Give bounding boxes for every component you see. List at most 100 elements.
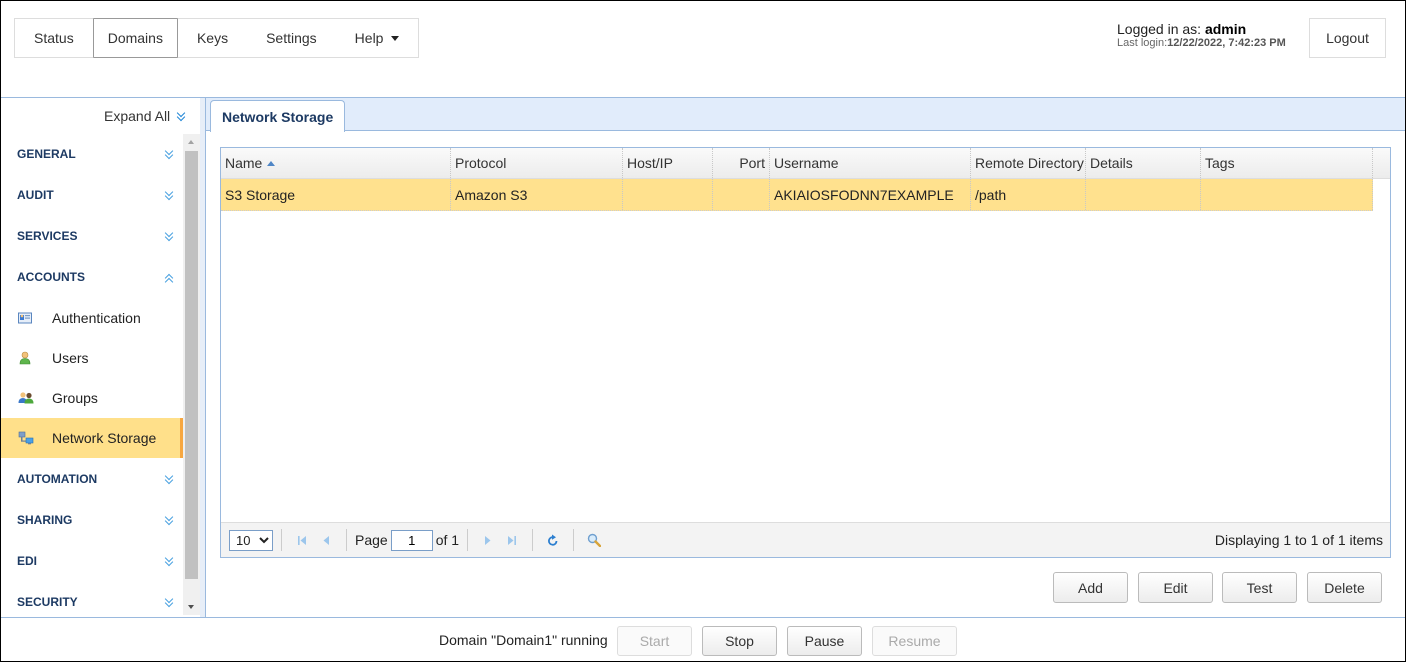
nav-help[interactable]: Help [336, 18, 419, 58]
tab-network-storage[interactable]: Network Storage [210, 100, 346, 132]
test-button[interactable]: Test [1222, 572, 1297, 603]
refresh-button[interactable] [544, 531, 562, 549]
scrollbar-thumb[interactable] [185, 151, 198, 579]
column-header-label: Name [225, 155, 263, 171]
test-label: Test [1246, 579, 1273, 596]
page-size-select[interactable]: 10 [229, 529, 273, 551]
domain-status-text: Domain "Domain1" running [439, 632, 608, 648]
double-chevron-down-icon [164, 231, 175, 242]
nav-keys[interactable]: Keys [178, 18, 247, 58]
sidebar-section-security[interactable]: SECURITY [17, 592, 177, 612]
logout-button[interactable]: Logout [1309, 18, 1386, 58]
refresh-icon [548, 534, 558, 546]
cell-remote-directory: /path [971, 179, 1086, 210]
column-header-tags[interactable]: Tags [1201, 148, 1373, 178]
sidebar-section-general[interactable]: GENERAL [17, 144, 177, 164]
separator [573, 529, 575, 551]
column-header-name[interactable]: Name [221, 148, 451, 178]
sidebar-item-users[interactable]: Users [1, 338, 183, 378]
cell-host [623, 179, 713, 210]
sidebar-item-network-storage[interactable]: Network Storage [1, 418, 183, 458]
next-page-icon [485, 535, 491, 545]
login-info: Logged in as: admin Last login:12/22/202… [1117, 22, 1286, 49]
nav-settings[interactable]: Settings [247, 18, 336, 58]
double-chevron-down-icon [164, 474, 175, 485]
section-label: GENERAL [17, 147, 76, 161]
delete-label: Delete [1324, 579, 1365, 596]
sidebar-section-edi[interactable]: EDI [17, 551, 177, 571]
delete-button[interactable]: Delete [1307, 572, 1382, 603]
first-page-button[interactable] [293, 531, 311, 549]
separator [532, 529, 534, 551]
next-page-button[interactable] [479, 531, 497, 549]
resume-button[interactable]: Resume [872, 626, 957, 656]
nav-status[interactable]: Status [15, 18, 93, 58]
column-header-details[interactable]: Details [1086, 148, 1201, 178]
section-label: AUTOMATION [17, 472, 98, 486]
start-label: Start [639, 633, 670, 649]
start-button[interactable]: Start [617, 626, 692, 656]
table-row[interactable]: S3 Storage Amazon S3 AKIAIOSFODNN7EXAMPL… [221, 179, 1373, 211]
prev-page-icon [323, 535, 329, 545]
column-header-label: Protocol [455, 155, 507, 171]
column-header-protocol[interactable]: Protocol [451, 148, 623, 178]
prev-page-button[interactable] [317, 531, 335, 549]
sidebar-item-label: Groups [52, 390, 98, 406]
sidebar-section-automation[interactable]: AUTOMATION [17, 469, 177, 489]
column-header-label: Remote Directory [975, 155, 1084, 171]
authentication-icon [18, 311, 32, 325]
column-header-label: Tags [1205, 155, 1235, 171]
edit-button[interactable]: Edit [1138, 572, 1213, 603]
cell-name: S3 Storage [221, 179, 451, 210]
separator [346, 529, 347, 551]
last-page-button[interactable] [503, 531, 521, 549]
displaying-count: Displaying 1 to 1 of 1 items [1214, 532, 1383, 548]
nav-help-label: Help [354, 30, 384, 46]
last-page-icon [508, 535, 517, 545]
network-storage-icon [18, 431, 34, 445]
column-header-host[interactable]: Host/IP [623, 148, 713, 178]
sidebar-item-label: Network Storage [52, 430, 157, 446]
add-button[interactable]: Add [1053, 572, 1128, 603]
column-header-label: Username [774, 155, 839, 171]
edit-label: Edit [1163, 579, 1188, 596]
section-label: SECURITY [17, 595, 78, 609]
sidebar-scrollbar[interactable] [183, 134, 200, 615]
scroll-up-arrow-icon[interactable] [188, 140, 194, 144]
cell-protocol: Amazon S3 [451, 179, 623, 210]
separator [281, 529, 282, 551]
double-chevron-up-icon [164, 272, 175, 283]
column-header-username[interactable]: Username [770, 148, 971, 178]
expand-all-button[interactable]: Expand All [104, 108, 187, 124]
stop-button[interactable]: Stop [702, 626, 777, 656]
tab-bar [206, 98, 1406, 131]
caret-down-icon [391, 35, 400, 41]
cell-details [1086, 179, 1201, 210]
search-button[interactable] [585, 531, 603, 549]
section-label: SERVICES [17, 229, 78, 243]
scroll-down-arrow-icon[interactable] [188, 605, 194, 609]
double-chevron-down-icon [164, 597, 175, 608]
network-storage-grid: Name Protocol Host/IP Port Username Remo… [220, 147, 1391, 558]
page-count-label: of 1 [435, 532, 460, 548]
divider [205, 98, 206, 617]
sidebar-section-sharing[interactable]: SHARING [17, 510, 177, 530]
nav-domains[interactable]: Domains [92, 18, 178, 58]
sidebar-item-label: Authentication [52, 310, 141, 326]
page-number-input[interactable] [390, 529, 433, 551]
sidebar-section-audit[interactable]: AUDIT [17, 185, 177, 205]
cell-tags [1201, 179, 1373, 210]
grid-header: Name Protocol Host/IP Port Username Remo… [221, 148, 1390, 179]
section-label: SHARING [17, 513, 73, 527]
sidebar-section-services[interactable]: SERVICES [17, 226, 177, 246]
pause-button[interactable]: Pause [787, 626, 862, 656]
logged-in-label: Logged in as: [1117, 21, 1205, 37]
sidebar-section-accounts[interactable]: ACCOUNTS [17, 267, 177, 287]
double-chevron-down-icon [164, 190, 175, 201]
nav-domains-label: Domains [107, 30, 163, 46]
column-header-port[interactable]: Port [713, 148, 770, 178]
column-header-remote-directory[interactable]: Remote Directory [971, 148, 1086, 178]
sidebar-item-authentication[interactable]: Authentication [1, 298, 183, 338]
sidebar-item-groups[interactable]: Groups [1, 378, 183, 418]
double-chevron-down-icon [164, 515, 175, 526]
